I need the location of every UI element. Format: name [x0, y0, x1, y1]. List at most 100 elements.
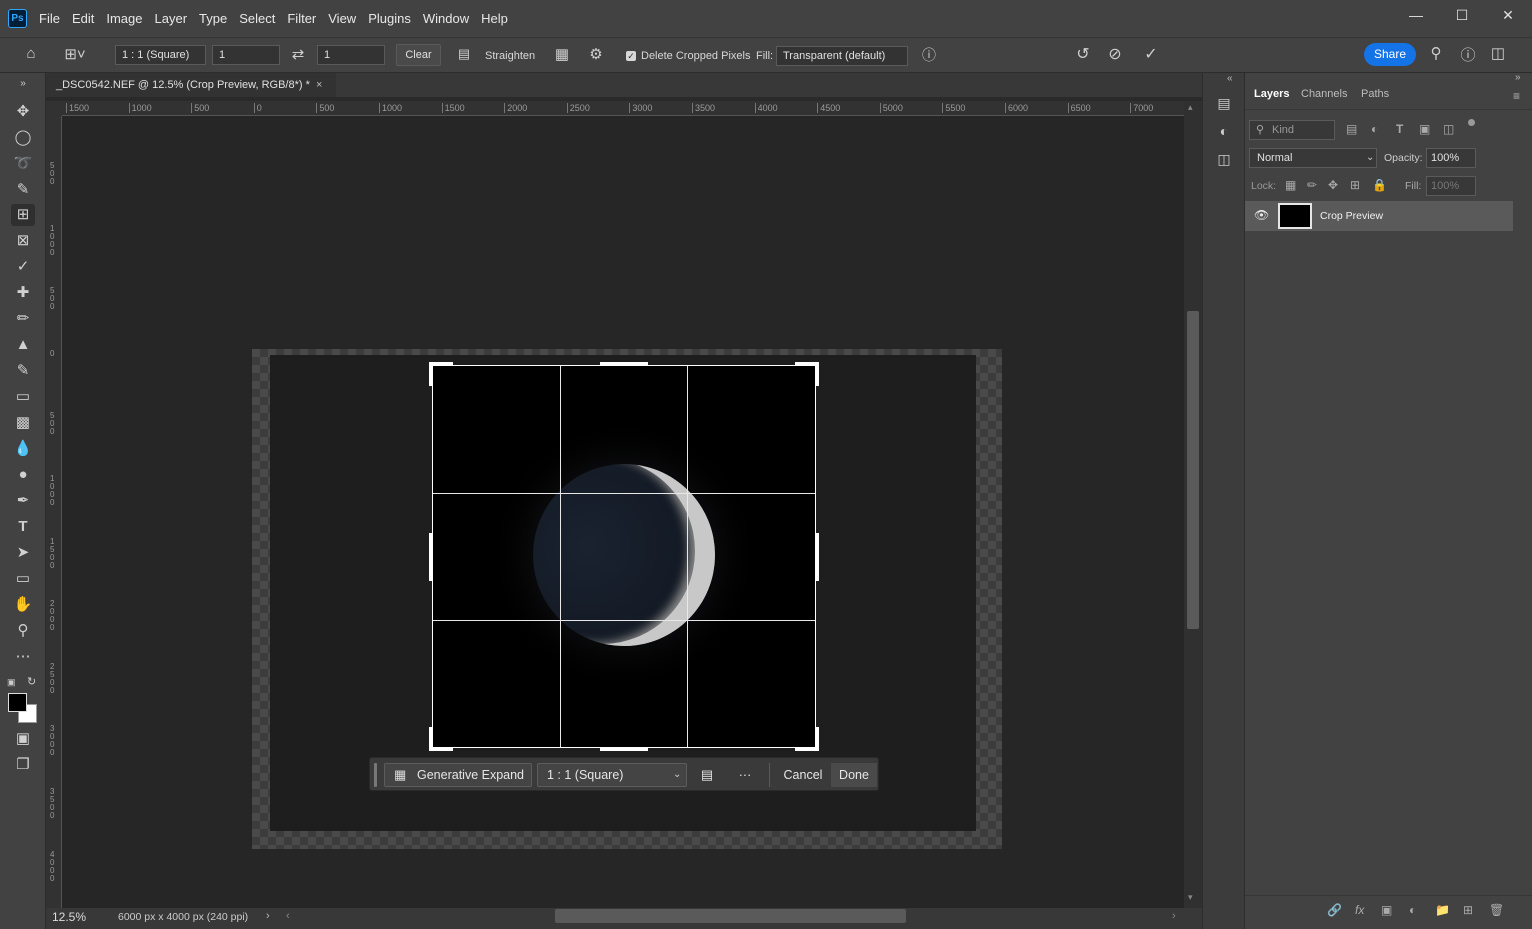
move-tool-icon[interactable]: ✥	[11, 101, 35, 123]
clear-button[interactable]: Clear	[396, 44, 441, 66]
scroll-down-icon[interactable]: ▾	[1188, 892, 1193, 903]
more-options-button[interactable]: ···	[733, 763, 757, 787]
filter-pixel-icon[interactable]: ▤	[1346, 122, 1357, 136]
crop-handle-right[interactable]	[815, 533, 819, 581]
straighten-icon[interactable]: ▤	[695, 763, 719, 787]
swap-colors-icon[interactable]: ↻	[27, 675, 39, 688]
scroll-right-icon[interactable]: ›	[1172, 910, 1176, 922]
frame-tool-icon[interactable]: ⊠	[11, 230, 35, 252]
overlay-grid-icon[interactable]: ▦	[551, 45, 573, 63]
filter-shape-icon[interactable]: ▣	[1419, 122, 1430, 136]
hand-tool-icon[interactable]: ✋	[11, 594, 35, 616]
type-tool-icon[interactable]: T	[11, 516, 35, 538]
menu-plugins[interactable]: Plugins	[362, 11, 417, 26]
fill-select[interactable]: Transparent (default)	[776, 46, 908, 66]
chevron-right-icon[interactable]: ›	[266, 910, 270, 922]
crop-box[interactable]	[432, 365, 816, 748]
blend-mode-select[interactable]: Normal ⌄	[1249, 148, 1377, 168]
menu-select[interactable]: Select	[233, 11, 281, 26]
rectangle-tool-icon[interactable]: ▭	[11, 568, 35, 590]
new-adjustment-layer-icon[interactable]: ◐	[1409, 903, 1416, 917]
gradient-tool-icon[interactable]: ▩	[11, 412, 35, 434]
document-tab[interactable]: _DSC0542.NEF @ 12.5% (Crop Preview, RGB/…	[46, 73, 336, 97]
menu-image[interactable]: Image	[100, 11, 148, 26]
expand-panel-icon[interactable]: »	[1515, 72, 1521, 83]
straighten-label[interactable]: Straighten	[485, 50, 535, 62]
tab-paths[interactable]: Paths	[1361, 88, 1389, 100]
drag-handle[interactable]	[374, 763, 377, 787]
pen-tool-icon[interactable]: ✒	[11, 490, 35, 512]
fx-icon[interactable]: fx	[1355, 903, 1364, 917]
menu-filter[interactable]: Filter	[281, 11, 322, 26]
opacity-input[interactable]: 100%	[1426, 148, 1476, 168]
path-selection-tool-icon[interactable]: ➤	[11, 542, 35, 564]
info-icon[interactable]: ⓘ	[919, 45, 939, 65]
more-tools-icon[interactable]: ⋯	[11, 646, 35, 668]
screen-mode-icon[interactable]: ❐	[11, 754, 35, 776]
generative-expand-button[interactable]: ▦ Generative Expand	[384, 763, 532, 787]
properties-icon[interactable]: ◫	[1214, 151, 1234, 169]
crop-handle-top[interactable]	[600, 362, 648, 366]
document-info[interactable]: 6000 px x 4000 px (240 ppi)	[118, 911, 248, 923]
crop-handle-top-left[interactable]	[429, 362, 433, 386]
horizontal-scrollbar-thumb[interactable]	[555, 909, 906, 923]
delete-cropped-checkbox[interactable]: ✓	[626, 51, 636, 61]
collapse-panels-icon[interactable]: «	[1227, 73, 1233, 84]
lock-artboard-icon[interactable]: ⊞	[1350, 178, 1360, 192]
lock-image-icon[interactable]: ✏	[1307, 178, 1317, 192]
brush-tool-icon[interactable]: ✏	[11, 308, 35, 330]
share-button[interactable]: Share	[1364, 43, 1416, 66]
dodge-tool-icon[interactable]: ●	[11, 464, 35, 486]
menu-type[interactable]: Type	[193, 11, 233, 26]
new-layer-icon[interactable]: ⊞	[1463, 903, 1473, 917]
cancel-button[interactable]: Cancel	[778, 763, 828, 787]
cancel-crop-icon[interactable]: ⊘	[1104, 44, 1126, 64]
menu-edit[interactable]: Edit	[66, 11, 100, 26]
default-colors-icon[interactable]: ▣	[7, 677, 17, 687]
healing-brush-tool-icon[interactable]: ✚	[11, 282, 35, 304]
gear-icon[interactable]: ⚙	[585, 45, 607, 63]
new-group-icon[interactable]: 📁	[1435, 903, 1450, 917]
menu-help[interactable]: Help	[475, 11, 514, 26]
workspace-icon[interactable]: ◫	[1487, 44, 1509, 62]
minimize-icon[interactable]: —	[1393, 0, 1439, 30]
libraries-icon[interactable]: ▤	[1214, 95, 1234, 113]
straighten-icon[interactable]: ▤	[453, 46, 475, 62]
crop-handle-bottom[interactable]	[600, 747, 648, 751]
lock-all-icon[interactable]: 🔒	[1372, 178, 1387, 192]
menu-layer[interactable]: Layer	[149, 11, 194, 26]
filter-smart-object-icon[interactable]: ◫	[1443, 122, 1454, 136]
fill-input[interactable]: 100%	[1426, 176, 1476, 196]
crop-tool-preset-icon[interactable]: ⊞˅	[60, 45, 90, 63]
lasso-tool-icon[interactable]: ➰	[11, 153, 35, 175]
link-layers-icon[interactable]: 🔗	[1327, 903, 1342, 917]
menu-window[interactable]: Window	[417, 11, 475, 26]
adjustments-icon[interactable]: ◐	[1214, 123, 1234, 141]
foreground-color-swatch[interactable]	[8, 693, 27, 712]
history-brush-tool-icon[interactable]: ✎	[11, 360, 35, 382]
lock-position-icon[interactable]: ✥	[1328, 178, 1338, 192]
delete-layer-icon[interactable]: 🗑	[1489, 903, 1504, 917]
menu-view[interactable]: View	[322, 11, 362, 26]
crop-handle-bottom-left[interactable]	[429, 727, 433, 751]
ratio-select[interactable]: 1 : 1 (Square)	[115, 45, 206, 65]
eyedropper-tool-icon[interactable]: ✓	[11, 256, 35, 278]
layer-filter-select[interactable]: ⚲ Kind	[1249, 120, 1335, 140]
close-icon[interactable]: ✕	[1485, 0, 1531, 30]
eraser-tool-icon[interactable]: ▭	[11, 386, 35, 408]
done-button[interactable]: Done	[831, 763, 877, 787]
maximize-icon[interactable]: ☐	[1439, 0, 1485, 30]
tab-layers[interactable]: Layers	[1254, 88, 1289, 100]
filter-type-icon[interactable]: T	[1396, 122, 1403, 136]
reset-icon[interactable]: ↺	[1072, 44, 1094, 64]
search-icon[interactable]: ⚲	[1425, 44, 1447, 62]
quick-mask-icon[interactable]: ▣	[11, 728, 35, 750]
help-icon[interactable]: ⓘ	[1457, 44, 1479, 65]
layer-name[interactable]: Crop Preview	[1320, 210, 1383, 222]
crop-handle-left[interactable]	[429, 533, 433, 581]
crop-height-input[interactable]: 1	[317, 45, 385, 65]
scroll-left-icon[interactable]: ‹	[286, 910, 290, 922]
quick-selection-tool-icon[interactable]: ✎	[11, 179, 35, 201]
marquee-tool-icon[interactable]: ◯	[11, 127, 35, 149]
panel-menu-icon[interactable]: ≡	[1513, 89, 1520, 103]
